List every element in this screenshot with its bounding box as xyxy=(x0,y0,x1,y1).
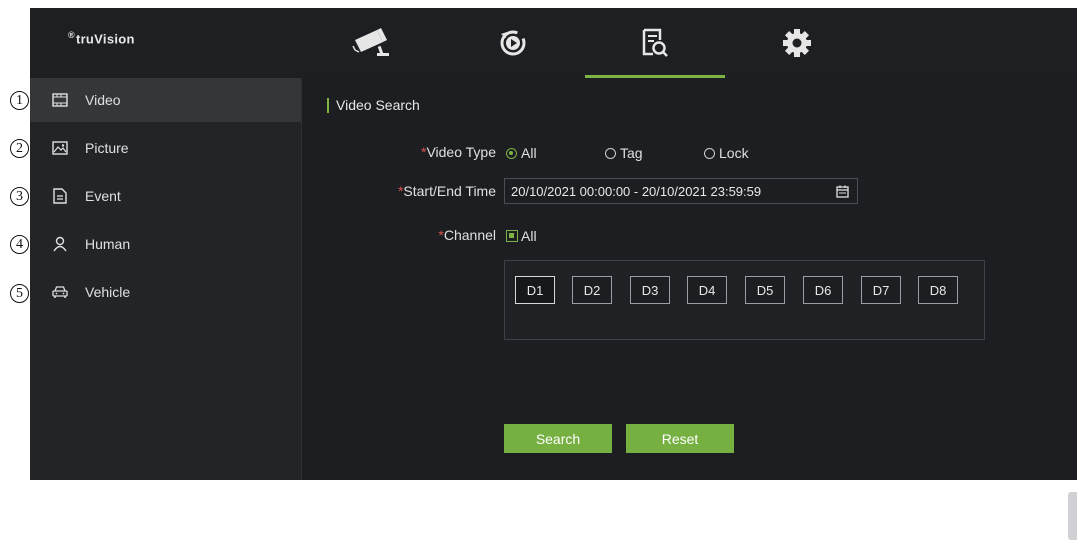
panel-collapse-handle[interactable] xyxy=(1068,492,1077,540)
sidebar-item-label: Picture xyxy=(85,140,129,156)
person-icon xyxy=(51,235,69,253)
callout-1: 1 xyxy=(10,91,29,110)
callout-2: 2 xyxy=(10,139,29,158)
top-navigation: ®truVision xyxy=(30,8,1077,78)
channel-d5-button[interactable]: D5 xyxy=(745,276,785,304)
sidebar-item-human[interactable]: Human xyxy=(30,222,301,266)
page-title: Video Search xyxy=(327,98,420,113)
car-icon xyxy=(51,283,69,301)
channel-d7-button[interactable]: D7 xyxy=(861,276,901,304)
channel-d8-button[interactable]: D8 xyxy=(918,276,958,304)
video-type-label: *Video Type xyxy=(421,144,496,160)
channel-label: *Channel xyxy=(438,227,496,243)
radio-icon xyxy=(704,147,715,159)
callout-5: 5 xyxy=(10,284,29,303)
sidebar-item-event[interactable]: Event xyxy=(30,174,301,218)
search-file-icon xyxy=(642,28,668,57)
playback-icon xyxy=(500,30,526,56)
channel-d1-button[interactable]: D1 xyxy=(515,276,555,304)
channel-d3-button[interactable]: D3 xyxy=(630,276,670,304)
callout-3: 3 xyxy=(10,187,29,206)
time-range-field[interactable]: 20/10/2021 00:00:00 - 20/10/2021 23:59:5… xyxy=(504,178,858,204)
channel-panel: D1 D2 D3 D4 D5 D6 D7 D8 xyxy=(504,260,985,340)
radio-selected-icon xyxy=(506,147,517,159)
video-type-all-radio[interactable]: All xyxy=(506,145,537,161)
channel-d6-button[interactable]: D6 xyxy=(803,276,843,304)
radio-icon xyxy=(605,147,616,159)
film-icon xyxy=(51,91,69,109)
channel-d2-button[interactable]: D2 xyxy=(572,276,612,304)
app-window: ®truVision Video Picture Event Human Veh… xyxy=(30,8,1077,540)
sidebar-item-label: Video xyxy=(85,92,121,108)
reset-button[interactable]: Reset xyxy=(626,424,734,453)
video-type-lock-radio[interactable]: Lock xyxy=(704,145,749,161)
tab-search[interactable] xyxy=(585,8,725,78)
main-panel: Video Search *Video Type All Tag Lock *S… xyxy=(302,78,1077,540)
video-type-tag-radio[interactable]: Tag xyxy=(605,145,643,161)
channel-d4-button[interactable]: D4 xyxy=(687,276,727,304)
sidebar-item-label: Event xyxy=(85,188,121,204)
sidebar-item-picture[interactable]: Picture xyxy=(30,126,301,170)
tab-playback[interactable] xyxy=(443,8,583,78)
callout-4: 4 xyxy=(10,235,29,254)
channel-all-checkbox[interactable]: All xyxy=(506,228,537,244)
sidebar-item-video[interactable]: Video xyxy=(30,78,301,122)
gear-icon xyxy=(783,29,811,57)
brand-logo: ®truVision xyxy=(68,30,135,47)
camera-icon xyxy=(352,28,389,56)
tab-settings[interactable] xyxy=(727,8,867,78)
sidebar-item-label: Vehicle xyxy=(85,284,131,300)
checkbox-checked-icon xyxy=(506,230,518,242)
document-icon xyxy=(51,187,69,205)
sidebar-item-vehicle[interactable]: Vehicle xyxy=(30,270,301,314)
time-label: *Start/End Time xyxy=(397,183,496,199)
image-icon xyxy=(51,139,69,157)
search-button[interactable]: Search xyxy=(504,424,612,453)
sidebar: Video Picture Event Human Vehicle xyxy=(30,78,302,480)
calendar-icon[interactable] xyxy=(836,185,849,198)
tab-live-view[interactable] xyxy=(303,8,443,78)
sidebar-item-label: Human xyxy=(85,236,131,252)
